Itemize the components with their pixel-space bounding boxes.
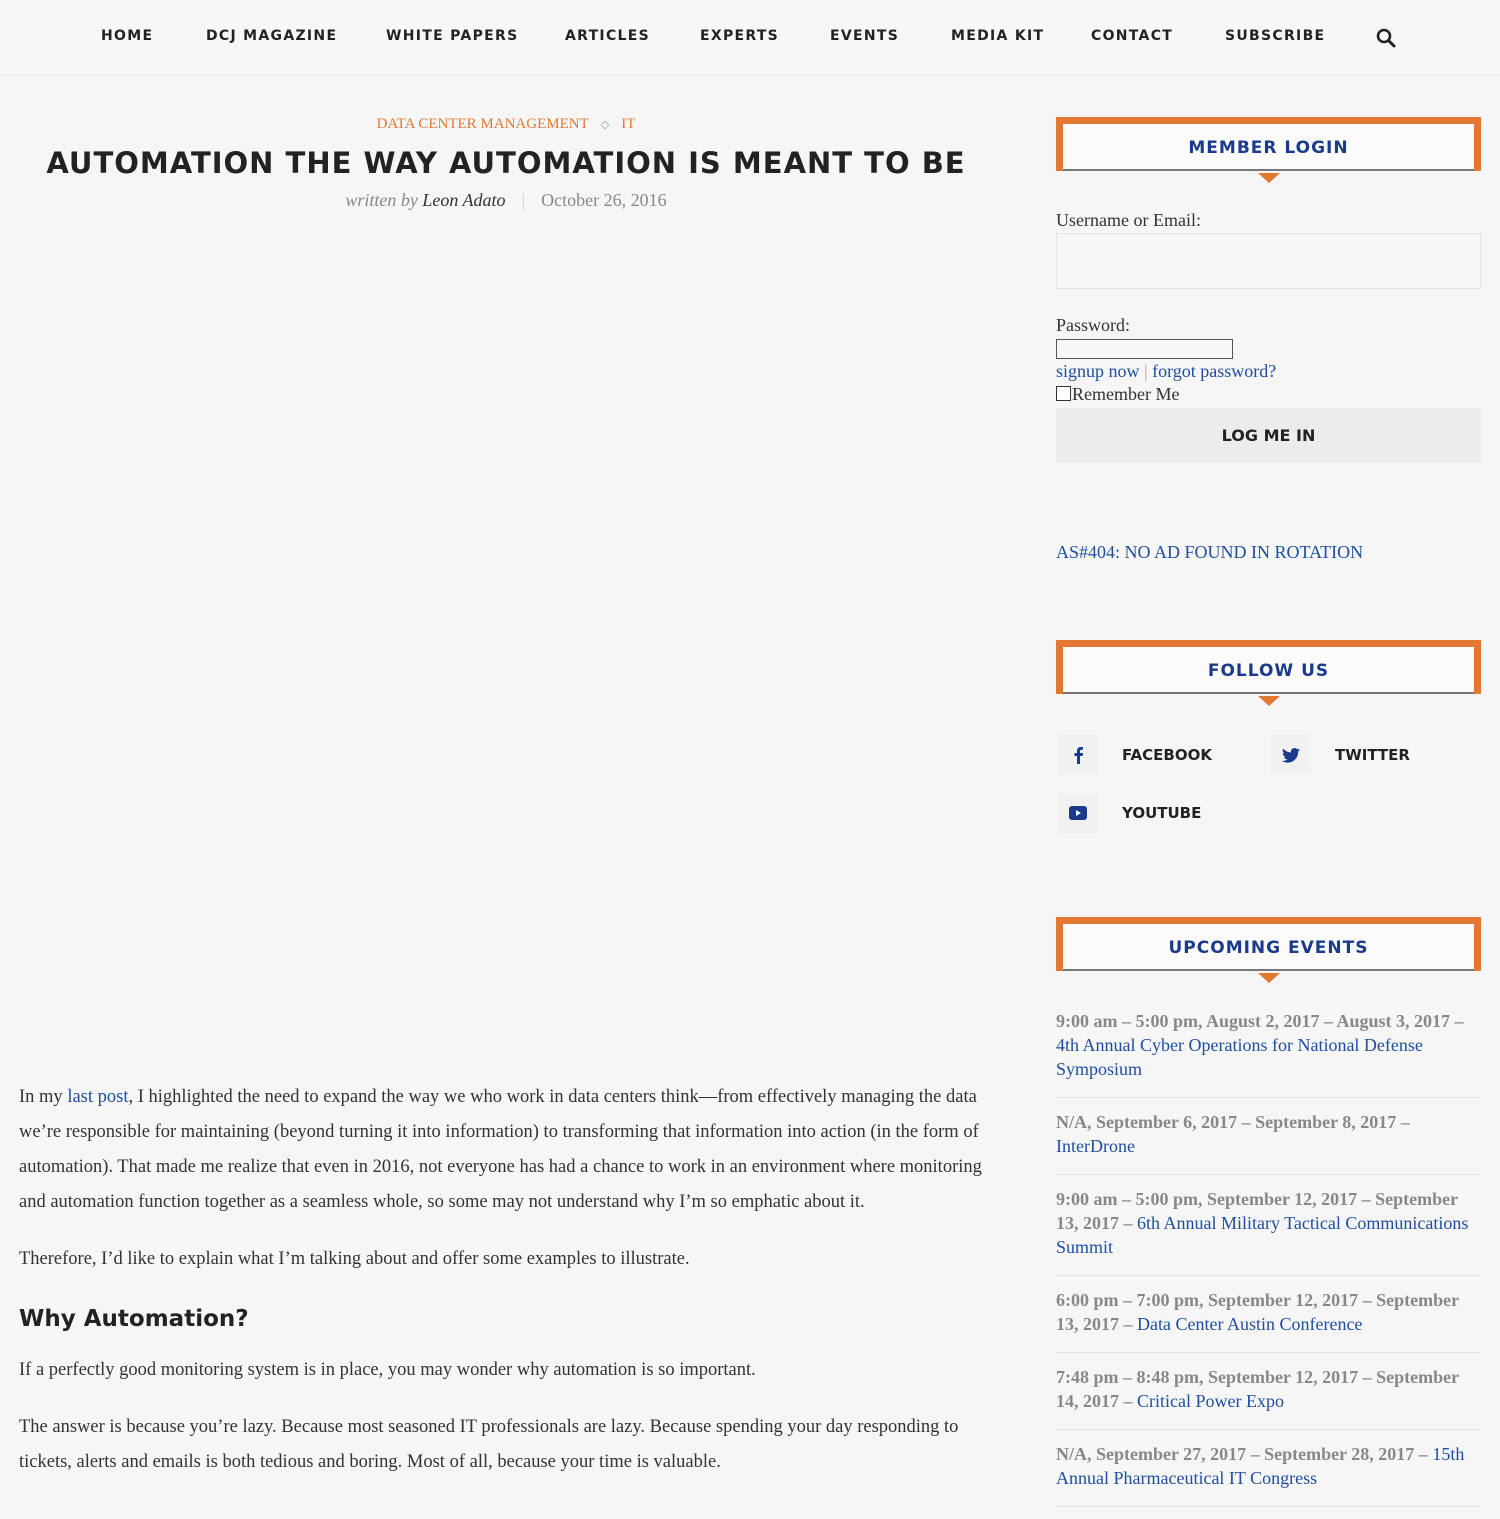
paragraph: In my last post, I highlighted the need … <box>19 1080 994 1220</box>
paragraph-text: , I highlighted the need to expand the w… <box>19 1087 982 1212</box>
event-link[interactable]: Critical Power Expo <box>1137 1391 1284 1411</box>
top-navigation: HOME DCJ MAGAZINE WHITE PAPERS ARTICLES … <box>0 0 1500 75</box>
remember-me-checkbox[interactable] <box>1056 386 1071 401</box>
event-when: N/A, September 27, 2017 – September 28, … <box>1056 1444 1433 1464</box>
paragraph: Therefore, I’d like to explain what I’m … <box>19 1249 690 1269</box>
log-in-button[interactable]: LOG ME IN <box>1056 408 1481 463</box>
event-item: 7:48 pm – 8:48 pm, September 12, 2017 – … <box>1056 1365 1481 1430</box>
password-input[interactable] <box>1056 339 1233 359</box>
password-label: Password: <box>1056 315 1131 335</box>
nav-white-papers[interactable]: WHITE PAPERS <box>386 28 518 44</box>
post-title: AUTOMATION THE WAY AUTOMATION IS MEANT T… <box>46 146 966 180</box>
member-login-widget-title: MEMBER LOGIN <box>1056 117 1481 183</box>
post-date: October 26, 2016 <box>541 190 667 210</box>
author-link[interactable]: Leon Adato <box>422 190 505 210</box>
widget-title-arrow <box>1257 696 1280 706</box>
event-item: N/A, September 6, 2017 – September 8, 20… <box>1056 1110 1481 1175</box>
ad-placeholder-link[interactable]: AS#404: NO AD FOUND IN ROTATION <box>1056 542 1363 563</box>
twitter-icon <box>1271 735 1311 775</box>
category-separator: ◇ <box>600 119 610 131</box>
social-label: TWITTER <box>1335 746 1410 764</box>
event-link[interactable]: Data Center Austin Conference <box>1137 1314 1362 1334</box>
search-icon[interactable] <box>1376 28 1396 48</box>
login-links: signup now | forgot password? <box>1056 361 1276 382</box>
forgot-password-link[interactable]: forgot password? <box>1152 361 1276 381</box>
upcoming-events-widget-title: UPCOMING EVENTS <box>1056 917 1481 983</box>
written-by-label: written by <box>345 190 418 210</box>
signup-link[interactable]: signup now <box>1056 361 1140 381</box>
nav-media-kit[interactable]: MEDIA KIT <box>951 28 1044 44</box>
social-label: FACEBOOK <box>1122 746 1212 764</box>
username-label: Username or Email: <box>1056 210 1201 230</box>
facebook-icon <box>1058 735 1098 775</box>
paragraph-text: In my <box>19 1087 68 1107</box>
social-twitter[interactable]: TWITTER <box>1271 735 1471 775</box>
paragraph: The answer is because you’re lazy. Becau… <box>19 1417 959 1472</box>
remember-me: Remember Me <box>1056 384 1179 405</box>
widget-title-arrow <box>1257 973 1280 983</box>
post-byline: written by Leon Adato | October 26, 2016 <box>0 190 1012 211</box>
link-separator: | <box>1144 361 1148 381</box>
social-youtube[interactable]: YOUTUBE <box>1058 793 1258 833</box>
widget-title-text: MEMBER LOGIN <box>1063 124 1474 171</box>
byline-divider: | <box>521 190 526 210</box>
featured-image-area <box>18 230 998 1050</box>
section-heading: Why Automation? <box>19 1306 249 1332</box>
last-post-link[interactable]: last post <box>67 1087 128 1107</box>
nav-dcj-magazine[interactable]: DCJ MAGAZINE <box>206 28 337 44</box>
widget-title-text: FOLLOW US <box>1063 647 1474 694</box>
event-link[interactable]: InterDrone <box>1056 1136 1135 1156</box>
nav-contact[interactable]: CONTACT <box>1091 28 1173 44</box>
nav-articles[interactable]: ARTICLES <box>565 28 650 44</box>
remember-me-label: Remember Me <box>1072 384 1180 404</box>
category-data-center-management[interactable]: DATA CENTER MANAGEMENT <box>377 116 589 132</box>
nav-home[interactable]: HOME <box>101 28 153 44</box>
follow-us-widget-title: FOLLOW US <box>1056 640 1481 706</box>
youtube-icon <box>1058 793 1098 833</box>
social-label: YOUTUBE <box>1122 804 1202 822</box>
nav-events[interactable]: EVENTS <box>830 28 899 44</box>
event-when: 9:00 am – 5:00 pm, August 2, 2017 – Augu… <box>1056 1011 1464 1031</box>
post-categories: DATA CENTER MANAGEMENT ◇ IT <box>0 116 1012 133</box>
category-it[interactable]: IT <box>621 116 635 132</box>
paragraph: If a perfectly good monitoring system is… <box>19 1360 756 1380</box>
event-item: N/A, September 27, 2017 – September 28, … <box>1056 1442 1481 1507</box>
article-body: In my last post, I highlighted the need … <box>19 1080 994 1502</box>
event-item: 9:00 am – 5:00 pm, August 2, 2017 – Augu… <box>1056 1009 1481 1098</box>
event-when: N/A, September 6, 2017 – September 8, 20… <box>1056 1112 1410 1132</box>
username-input[interactable] <box>1056 233 1481 289</box>
social-facebook[interactable]: FACEBOOK <box>1058 735 1258 775</box>
event-link[interactable]: 4th Annual Cyber Operations for National… <box>1056 1035 1423 1079</box>
events-list: 9:00 am – 5:00 pm, August 2, 2017 – Augu… <box>1056 1009 1481 1519</box>
event-item: 6:00 pm – 7:00 pm, September 12, 2017 – … <box>1056 1288 1481 1353</box>
widget-title-arrow <box>1257 173 1280 183</box>
nav-subscribe[interactable]: SUBSCRIBE <box>1225 28 1325 44</box>
widget-title-text: UPCOMING EVENTS <box>1063 924 1474 971</box>
nav-experts[interactable]: EXPERTS <box>700 28 779 44</box>
event-item: 9:00 am – 5:00 pm, September 12, 2017 – … <box>1056 1187 1481 1276</box>
